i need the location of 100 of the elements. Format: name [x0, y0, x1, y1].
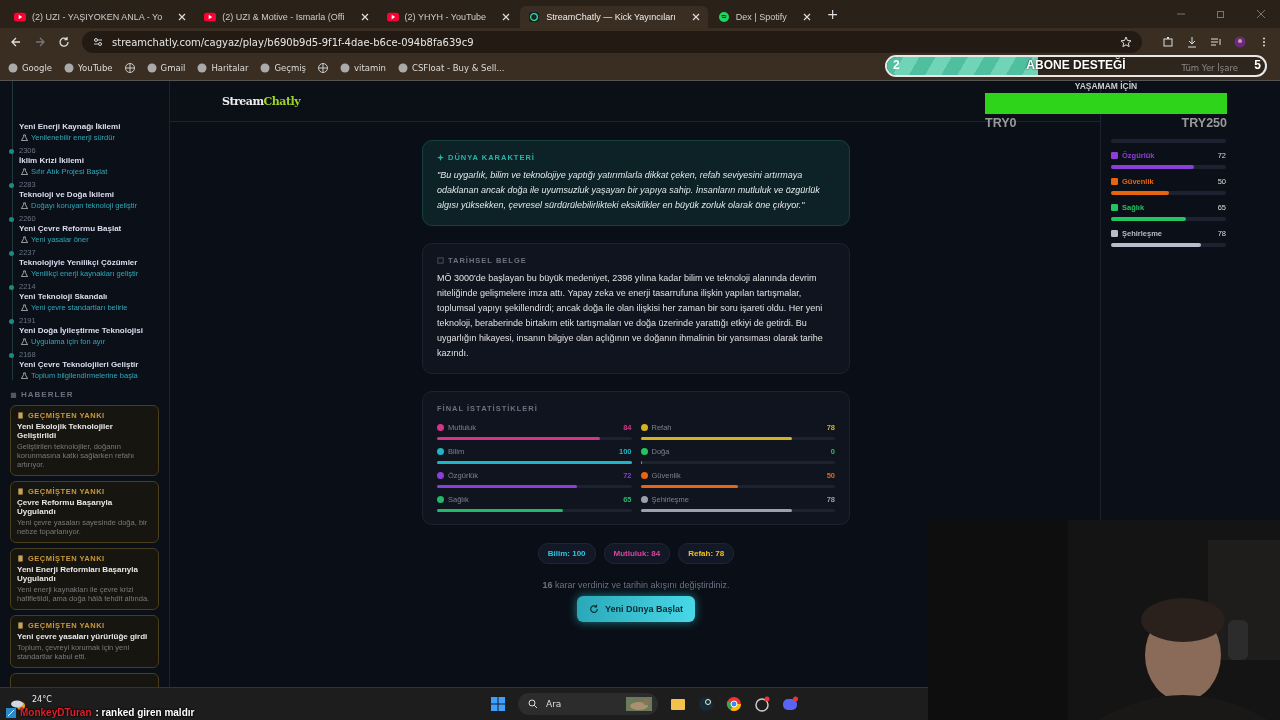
timeline-dot [9, 319, 14, 324]
scroll-icon [17, 622, 24, 629]
flask-icon [21, 168, 28, 175]
new-tab-button[interactable]: + [826, 6, 839, 22]
bookmark[interactable]: Google [8, 63, 52, 73]
timeline-dot [9, 183, 14, 188]
discord-icon[interactable] [782, 696, 798, 712]
flask-icon [21, 202, 28, 209]
timeline-dot [9, 353, 14, 358]
site-icon [197, 63, 208, 73]
steam-icon[interactable] [698, 696, 714, 712]
folder-icon[interactable] [670, 696, 686, 712]
bookmark[interactable]: vitamin [340, 63, 386, 73]
avatar-icon[interactable] [1234, 36, 1246, 48]
stat-chip: Refah: 78 [678, 543, 735, 564]
restart-button[interactable]: Yeni Dünya Başlat [577, 596, 695, 622]
scroll-icon [17, 555, 24, 562]
news-title: Yeni çevre yasaları yürürlüğe girdi [17, 632, 149, 641]
event-title: Teknolojiyle Yenilikçi Çözümler [19, 258, 139, 267]
forward-icon[interactable] [34, 36, 46, 48]
play-icon [386, 12, 399, 22]
chat-icon [528, 12, 541, 22]
download-icon[interactable] [1186, 36, 1198, 48]
goal-end: 5 [1254, 58, 1261, 72]
building-icon [10, 391, 17, 398]
puzzle-icon[interactable] [1162, 36, 1174, 48]
donation-min: TRY0 [985, 116, 1017, 130]
history-text: MÖ 3000'de başlayan bu büyük medeniyet, 2398 yılına kadar bilim ve teknoloji alanında devrim niteliğinde gelişmelere imza attı. Yapay zeka ve enerji tasarrufuna ilişkin yapılan tartışmalar, toplumsal yapıyı şekillendirdi; ancak doğa ile olan ilişkisi her zaman bir soru işareti oldu. Her yeni teknoloji, beraberinde birtakım etik tartışmaları ve doğa üzerinde yarattığı etkiyi de getirdi. Bu uygarlığın hikayesi, insanın bilgiye olan açlığının ve doğanın ihmalinin bir yansıması olarak tarihe kazındı. [437, 272, 824, 360]
address-bar[interactable]: streamchatly.com/cagyaz/play/b690b9d5-9f1f-4dae-b6ce-094b8fa639c9 [82, 31, 1142, 53]
document-icon [437, 257, 444, 264]
playlist-icon[interactable] [1210, 36, 1222, 48]
bookmark[interactable]: Geçmiş [260, 63, 306, 73]
globe-icon[interactable] [124, 63, 135, 73]
event-title: Yeni Doğa İyileştirme Teknolojisi [19, 326, 144, 335]
flask-icon [21, 134, 28, 141]
event-title: Yeni Teknoloji Skandalı [19, 292, 109, 301]
play-icon [204, 12, 217, 22]
scroll-icon [17, 412, 24, 419]
bookmark[interactable]: Gmail [146, 63, 186, 73]
event-title: Yeni Enerji Kaynağı İkilemi [19, 122, 122, 131]
stat-chip: Bilim: 100 [537, 543, 596, 564]
chat-message: : ranked giren maldır [95, 707, 195, 718]
windows-icon[interactable] [490, 696, 506, 712]
temperature: 24°C [32, 694, 52, 704]
back-icon[interactable] [10, 36, 22, 48]
stat-chip: Mutluluk: 84 [603, 543, 671, 564]
timeline-dot [9, 217, 14, 222]
site-icon [398, 63, 408, 73]
event-title: Teknoloji ve Doğa İkilemi [19, 190, 115, 199]
star-icon[interactable] [1120, 36, 1132, 48]
chat-username: MonkeyDTuran [20, 707, 92, 718]
news-title: Yeni Enerji Reformları Başarıyla Uygulandı [17, 565, 139, 583]
bookmark[interactable]: CSFloat - Buy & Sell... [398, 63, 505, 73]
news-title: Yeni Ekolojik Teknolojiler Geliştirildi [17, 422, 114, 440]
browser-tab[interactable]: Dex | Spotify [709, 6, 819, 28]
flask-icon [21, 270, 28, 277]
reload-icon[interactable] [58, 36, 70, 48]
timeline-dot [9, 251, 14, 256]
spotify-icon [717, 12, 730, 22]
character-text: "Bu uygarlık, bilim ve teknolojiye yaptığı yatırımlarla dikkat çeken, refah seviyesini artırmaya odaklanan ancak doğa ile uyumsuzluk yaşayan bir yapıya sahip. İnsanların mutluluk ve özgürlük algısı yüksekken, çevresel sürdürülebilirlikteki eksiklikler en büyük zorluk olarak öne çıkıyor." [437, 169, 821, 212]
site-icon [260, 63, 271, 73]
browser-tab[interactable]: (2) UZI - YAŞIYOKEN ANLA - Yo [6, 6, 195, 28]
site-icon [340, 63, 350, 73]
browser-tab[interactable]: (2) YHYH - YouTube [378, 6, 519, 28]
bookmarks-folder[interactable]: Tüm Yer İşare [1181, 63, 1238, 73]
flask-icon [21, 338, 28, 345]
flask-icon [21, 372, 28, 379]
site-icon [146, 63, 157, 73]
badge-icon [6, 707, 16, 718]
donation-max: TRY250 [1181, 116, 1227, 130]
event-title: Yeni Çevre Reformu Başlat [19, 224, 123, 233]
chrome-icon[interactable] [726, 696, 742, 712]
play-icon [14, 12, 26, 22]
bookmark[interactable]: YouTube [64, 63, 113, 73]
sparkle-icon [437, 154, 444, 161]
logo[interactable]: StreamChatly [222, 94, 301, 108]
restore-icon[interactable] [1216, 9, 1226, 19]
search-field[interactable]: Ara [518, 693, 658, 715]
site-icon [64, 63, 74, 73]
flask-icon [21, 304, 28, 311]
donation-title: YAŞAMAM İÇİN [1074, 81, 1138, 91]
timeline-dot [9, 149, 14, 154]
scroll-icon [17, 488, 24, 495]
bookmark[interactable]: Haritalar [197, 63, 249, 73]
sliders-icon [92, 36, 104, 48]
refresh-icon [589, 604, 599, 614]
section-heading: HABERLER [21, 390, 74, 399]
event-title: Yeni Çevre Teknolojileri Geliştir [19, 360, 140, 369]
event-title: İklim Krizi İkilemi [19, 156, 85, 165]
globe-icon[interactable] [318, 63, 328, 73]
site-icon [8, 63, 18, 73]
browser-tab[interactable]: StreamChatly — Kick Yayıncıları [520, 6, 708, 28]
timeline-dot [9, 285, 14, 290]
app-icon[interactable] [754, 696, 770, 712]
flask-icon [21, 236, 28, 243]
news-title: Çevre Reformu Başarıyla Uygulandı [17, 498, 114, 516]
search-icon [528, 699, 538, 709]
goal-start: 2 [893, 58, 900, 72]
browser-tab[interactable]: (2) UZI & Motive - Ismarla (Offi [196, 6, 377, 28]
summary-text: 16 karar verdiniz ve tarihin akışını değiştirdiniz. [541, 580, 731, 590]
